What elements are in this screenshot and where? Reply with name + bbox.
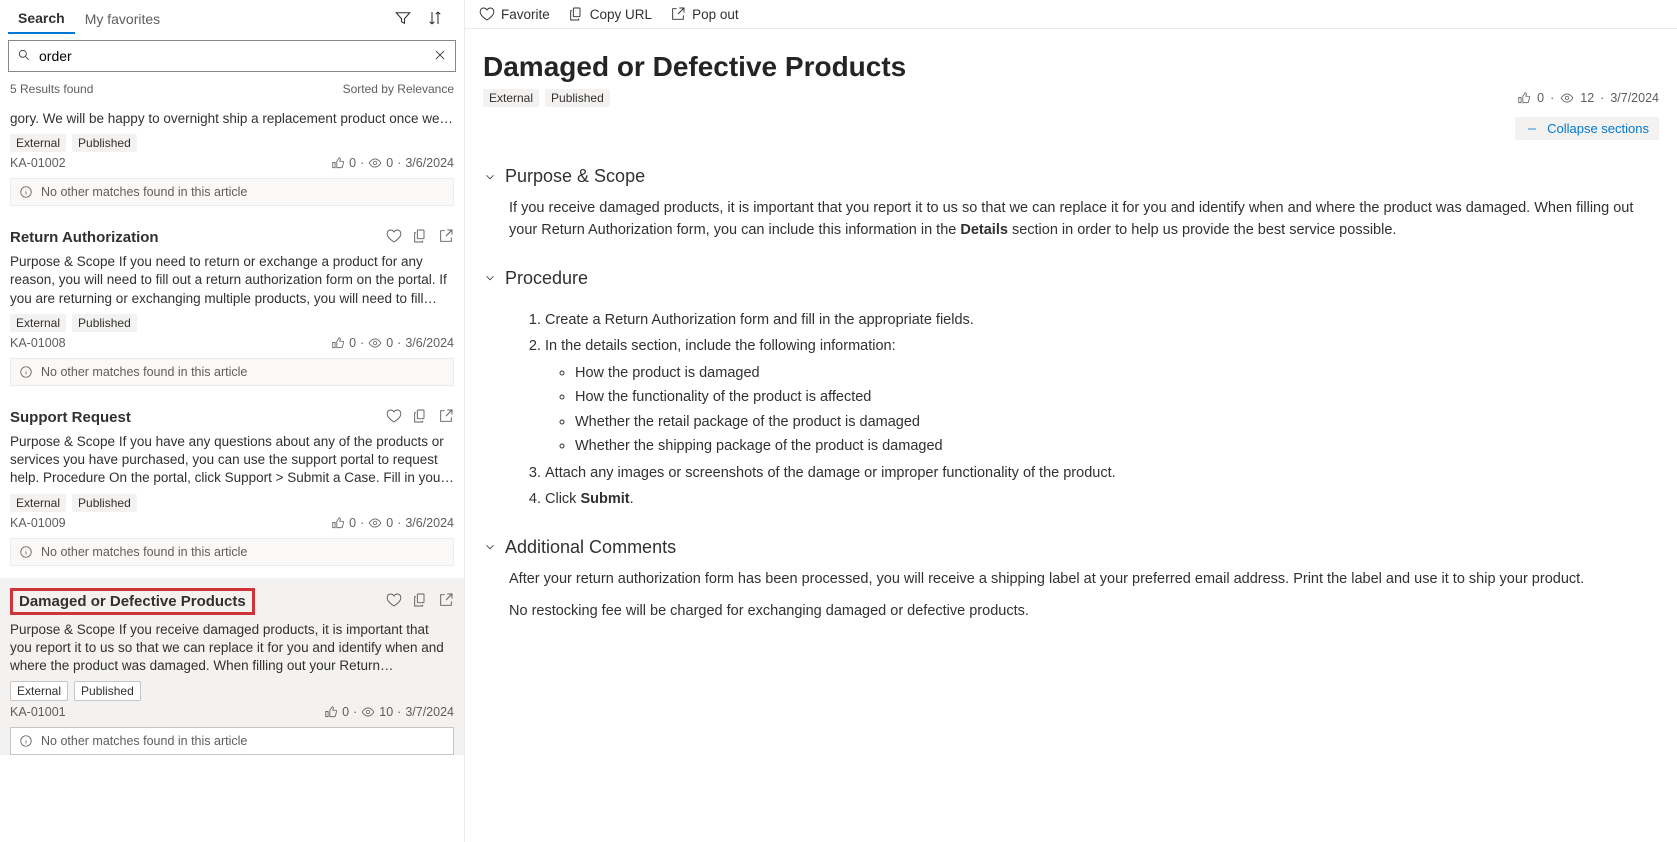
article-toolbar: Favorite Copy URL Pop out	[465, 0, 1677, 29]
no-match-banner: No other matches found in this article	[10, 538, 454, 566]
list-item: How the product is damaged	[575, 362, 1659, 384]
right-pane: Favorite Copy URL Pop out Damaged or Def…	[465, 0, 1677, 842]
result-id: KA-01009	[10, 516, 66, 530]
badge-published: Published	[74, 681, 141, 701]
procedure-list: Create a Return Authorization form and f…	[509, 309, 1659, 511]
badge-published: Published	[72, 134, 137, 152]
copy-icon[interactable]	[412, 228, 428, 247]
sort-label: Sorted by Relevance	[343, 82, 454, 96]
result-id: KA-01008	[10, 336, 66, 350]
favorite-icon[interactable]	[386, 408, 402, 427]
section-purpose: Purpose & Scope If you receive damaged p…	[483, 166, 1659, 242]
results-count: 5 Results found	[10, 82, 93, 96]
no-match-banner: No other matches found in this article	[10, 727, 454, 755]
paragraph: If you receive damaged products, it is i…	[509, 197, 1659, 242]
paragraph: No restocking fee will be charged for ex…	[509, 600, 1659, 622]
tabs-row: Search My favorites	[0, 0, 464, 34]
result-item[interactable]: Return Authorization Purpose & Scope If …	[0, 218, 464, 386]
no-match-banner: No other matches found in this article	[10, 358, 454, 386]
chevron-down-icon	[483, 271, 497, 285]
section-additional: Additional Comments After your return au…	[483, 537, 1659, 623]
favorite-icon[interactable]	[386, 228, 402, 247]
badge-external: External	[10, 494, 66, 512]
article-title: Damaged or Defective Products	[483, 51, 1659, 83]
result-title: Damaged or Defective Products	[10, 588, 255, 615]
section-procedure: Procedure Create a Return Authorization …	[483, 268, 1659, 511]
like-icon	[1517, 91, 1531, 105]
result-stats: 0 · 10 · 3/7/2024	[324, 705, 454, 719]
left-pane: Search My favorites 5 Results found Sort…	[0, 0, 465, 842]
tab-search[interactable]: Search	[8, 4, 75, 34]
search-icon	[17, 48, 31, 65]
popout-icon[interactable]	[438, 408, 454, 427]
article-stats: 0 · 12 · 3/7/2024	[1517, 91, 1659, 105]
result-id: KA-01001	[10, 705, 66, 719]
list-item: Whether the retail package of the produc…	[575, 411, 1659, 433]
results-list: gory. We will be happy to overnight ship…	[0, 104, 464, 842]
badge-published: Published	[72, 314, 137, 332]
search-meta: 5 Results found Sorted by Relevance	[0, 78, 464, 104]
list-item: Attach any images or screenshots of the …	[545, 462, 1659, 484]
list-item: In the details section, include the foll…	[545, 335, 1659, 457]
favorite-button[interactable]: Favorite	[479, 6, 550, 22]
result-item-selected[interactable]: Damaged or Defective Products Purpose & …	[0, 578, 464, 756]
result-snippet: gory. We will be happy to overnight ship…	[10, 110, 454, 128]
copy-url-button[interactable]: Copy URL	[568, 6, 652, 22]
list-item: How the functionality of the product is …	[575, 386, 1659, 408]
badge-external: External	[10, 681, 68, 701]
result-stats: 0 · 0 · 3/6/2024	[331, 516, 454, 530]
sort-icon[interactable]	[426, 9, 444, 30]
chevron-down-icon	[483, 540, 497, 554]
search-box	[8, 40, 456, 72]
result-snippet: Purpose & Scope If you need to return or…	[10, 253, 454, 308]
views-icon	[368, 156, 382, 170]
result-item[interactable]: Support Request Purpose & Scope If you h…	[0, 398, 464, 566]
paragraph: After your return authorization form has…	[509, 568, 1659, 590]
section-header[interactable]: Additional Comments	[483, 537, 1659, 558]
no-match-banner: No other matches found in this article	[10, 178, 454, 206]
list-item: Whether the shipping package of the prod…	[575, 435, 1659, 457]
badge-external: External	[483, 89, 539, 107]
article-body: Damaged or Defective Products External P…	[465, 29, 1677, 842]
list-item: Create a Return Authorization form and f…	[545, 309, 1659, 331]
popout-icon[interactable]	[438, 592, 454, 611]
result-stats: 0 · 0 · 3/6/2024	[331, 156, 454, 170]
list-item: Click Submit.	[545, 488, 1659, 510]
copy-icon[interactable]	[412, 408, 428, 427]
section-header[interactable]: Procedure	[483, 268, 1659, 289]
like-icon	[331, 156, 345, 170]
result-snippet: Purpose & Scope If you receive damaged p…	[10, 621, 454, 676]
result-title: Support Request	[10, 409, 131, 426]
chevron-down-icon	[483, 170, 497, 184]
views-icon	[1560, 91, 1574, 105]
result-title: Return Authorization	[10, 229, 159, 246]
favorite-icon[interactable]	[386, 592, 402, 611]
minus-icon	[1525, 122, 1539, 136]
result-snippet: Purpose & Scope If you have any question…	[10, 433, 454, 488]
sub-list: How the product is damaged How the funct…	[545, 362, 1659, 458]
clear-icon[interactable]	[433, 48, 447, 65]
badge-external: External	[10, 134, 66, 152]
search-wrap	[0, 34, 464, 78]
collapse-sections-button[interactable]: Collapse sections	[1515, 117, 1659, 140]
popout-icon[interactable]	[438, 228, 454, 247]
search-input[interactable]	[39, 48, 425, 64]
result-id: KA-01002	[10, 156, 66, 170]
section-header[interactable]: Purpose & Scope	[483, 166, 1659, 187]
info-icon	[19, 185, 33, 199]
pop-out-button[interactable]: Pop out	[670, 6, 739, 22]
tab-favorites[interactable]: My favorites	[75, 5, 170, 33]
badge-published: Published	[545, 89, 610, 107]
badge-published: Published	[72, 494, 137, 512]
result-stats: 0 · 0 · 3/6/2024	[331, 336, 454, 350]
result-item[interactable]: gory. We will be happy to overnight ship…	[0, 104, 464, 206]
badge-external: External	[10, 314, 66, 332]
filter-icon[interactable]	[394, 9, 412, 30]
copy-icon[interactable]	[412, 592, 428, 611]
